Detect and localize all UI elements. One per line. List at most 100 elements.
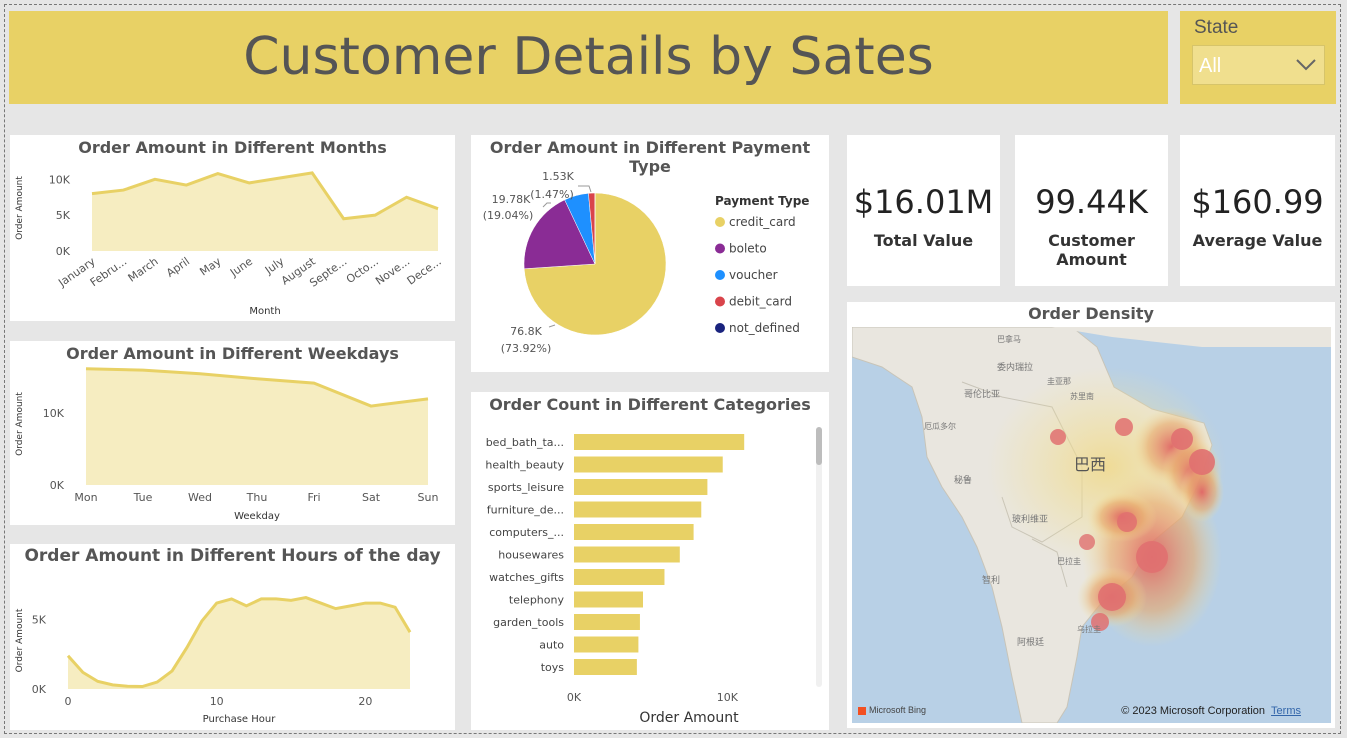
legend-item: voucher bbox=[729, 268, 778, 282]
x-tick-label: 10K bbox=[717, 691, 739, 704]
map-label-colombia: 哥伦比亚 bbox=[964, 388, 1000, 400]
legend-marker bbox=[715, 243, 725, 254]
map-label-bolivia: 玻利维亚 bbox=[1012, 513, 1048, 525]
kpi-label: Total Value bbox=[873, 231, 974, 250]
y-tick-label: 10K bbox=[43, 407, 65, 420]
x-tick-label: Tue bbox=[133, 491, 153, 504]
category-label: bed_bath_ta... bbox=[486, 436, 564, 449]
bar bbox=[574, 479, 708, 495]
pie-data-label-pct: (19.04%) bbox=[483, 209, 534, 222]
bar bbox=[574, 456, 723, 473]
kpi-value: $160.99 bbox=[1191, 183, 1324, 221]
pie-data-label-pct: (73.92%) bbox=[501, 342, 552, 355]
hours-chart-card: Order Amount in Different Hours of the d… bbox=[10, 544, 455, 730]
map-label-guyana: 圭亚那 bbox=[1047, 376, 1071, 386]
map-label-paraguay: 巴拉圭 bbox=[1057, 556, 1081, 566]
legend-marker bbox=[715, 270, 725, 280]
x-axis-label: Month bbox=[249, 306, 280, 317]
category-label: health_beauty bbox=[485, 459, 564, 472]
kpi-card-customer-amount: 99.44K Customer Amount bbox=[1015, 135, 1168, 286]
map-label-venezuela: 委内瑞拉 bbox=[997, 361, 1033, 373]
bar bbox=[574, 524, 694, 540]
kpi-value: $16.01M bbox=[853, 183, 994, 221]
bar bbox=[574, 569, 665, 585]
heat-point bbox=[1117, 512, 1137, 532]
legend-item: credit_card bbox=[729, 215, 796, 229]
terms-link[interactable]: Terms bbox=[1271, 705, 1301, 717]
y-tick-label: 5K bbox=[56, 209, 71, 222]
map-label-panama: 巴拿马 bbox=[997, 334, 1021, 344]
bar bbox=[574, 636, 639, 653]
y-tick-label: 0K bbox=[50, 479, 65, 492]
legend-title: Payment Type bbox=[715, 194, 809, 208]
x-tick-label: 0 bbox=[65, 695, 72, 708]
kpi-label: Average Value bbox=[1192, 231, 1323, 250]
state-dropdown[interactable]: All bbox=[1192, 45, 1325, 85]
category-label: telephony bbox=[509, 594, 565, 607]
weekdays-chart: 0K 10K Order Amount Mon Tue Wed Thu Fri Sat Sun We… bbox=[15, 367, 438, 522]
legend-marker bbox=[715, 217, 725, 227]
x-tick-label: March bbox=[126, 255, 161, 285]
hours-chart: 0K 5K Order Amount 0 10 20 Purchase Hour bbox=[15, 595, 412, 725]
category-label: watches_gifts bbox=[489, 571, 564, 584]
scrollbar-thumb[interactable] bbox=[816, 427, 822, 465]
map-label-uruguay: 乌拉圭 bbox=[1077, 624, 1101, 634]
leader-line bbox=[542, 202, 551, 208]
leader-line bbox=[578, 185, 592, 193]
state-slicer[interactable]: State All bbox=[1180, 11, 1336, 104]
leader-line bbox=[548, 324, 556, 328]
legend-marker bbox=[715, 323, 725, 333]
months-chart: 0K5K10KOrder AmountJanuaryFebru...March A… bbox=[15, 171, 444, 317]
pie-data-label: 76.8K bbox=[510, 325, 542, 338]
bing-logo: Microsoft Bing bbox=[858, 705, 926, 715]
category-label: sports_leisure bbox=[488, 481, 564, 494]
legend-item: not_defined bbox=[729, 321, 800, 335]
bar bbox=[574, 434, 745, 450]
bar bbox=[574, 546, 680, 563]
heat-point bbox=[1171, 428, 1193, 450]
bing-logo-text: Microsoft Bing bbox=[869, 705, 927, 715]
bar bbox=[574, 591, 643, 608]
heat-point bbox=[1189, 449, 1215, 475]
x-axis-label: Weekday bbox=[234, 511, 280, 522]
heat-point bbox=[1079, 534, 1095, 550]
x-tick-label: Febru... bbox=[88, 255, 129, 289]
category-label: furniture_de... bbox=[487, 504, 564, 517]
x-tick-label: Dece... bbox=[405, 255, 444, 288]
map-view[interactable]: 巴拿马 委内瑞拉 哥伦比亚 圭亚那 苏里南 厄瓜多尔 巴西 秘鲁 玻利维亚 巴拉… bbox=[852, 327, 1331, 723]
categories-chart-card: Order Count in Different Categories bed_… bbox=[471, 392, 829, 730]
x-tick-label: 10 bbox=[210, 695, 224, 708]
area-fill bbox=[68, 597, 410, 689]
slicer-label: State bbox=[1194, 17, 1239, 38]
map-label-peru: 秘鲁 bbox=[954, 474, 972, 486]
category-label: auto bbox=[539, 639, 564, 652]
x-tick-label: Nove... bbox=[373, 255, 412, 288]
pie-data-label: 1.53K bbox=[542, 170, 574, 183]
map-title: Order Density bbox=[1028, 304, 1154, 323]
x-tick-label: Wed bbox=[188, 491, 212, 504]
legend-item: boleto bbox=[729, 242, 767, 256]
map-canvas[interactable]: 巴拿马 委内瑞拉 哥伦比亚 圭亚那 苏里南 厄瓜多尔 巴西 秘鲁 玻利维亚 巴拉… bbox=[852, 327, 1331, 723]
kpi-value: 99.44K bbox=[1035, 183, 1148, 221]
x-axis-label: Purchase Hour bbox=[203, 714, 277, 725]
x-tick-label: Sat bbox=[362, 491, 381, 504]
kpi-label: Customer Amount bbox=[1048, 231, 1135, 269]
bar bbox=[574, 501, 702, 518]
category-label: computers_... bbox=[489, 526, 564, 539]
y-axis-label: Order Amount bbox=[15, 608, 25, 672]
chevron-down-icon[interactable] bbox=[1294, 54, 1318, 74]
x-axis-label: Order Amount bbox=[639, 710, 739, 726]
heat-point bbox=[1115, 418, 1133, 436]
category-label: garden_tools bbox=[493, 616, 564, 629]
category-label: toys bbox=[541, 661, 565, 674]
copyright-text: © 2023 Microsoft Corporation bbox=[1121, 705, 1266, 717]
y-tick-label: 5K bbox=[32, 614, 47, 627]
kpi-card-total-value: $16.01M Total Value bbox=[847, 135, 1000, 286]
order-density-map-card: Order Density 巴拿马 委内瑞拉 哥伦比亚 圭亚那 苏里南 厄瓜多尔… bbox=[847, 302, 1335, 728]
payment-chart-card: Order Amount in Different Payment Type 7… bbox=[471, 135, 829, 372]
y-axis-label: Order Amount bbox=[15, 392, 25, 456]
kpi-card-average-value: $160.99 Average Value bbox=[1180, 135, 1335, 286]
title-banner: Customer Details by Sates bbox=[9, 11, 1168, 104]
pie-data-label: 19.78K bbox=[492, 193, 531, 206]
x-tick-label: Mon bbox=[74, 491, 97, 504]
